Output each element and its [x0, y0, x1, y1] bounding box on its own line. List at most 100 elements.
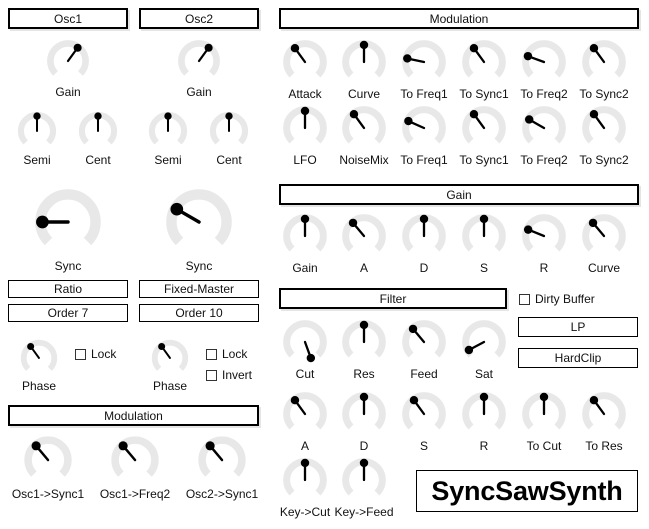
section-header-gain-label: Gain [446, 187, 472, 202]
knob-label-osc1-to-sync1: Osc1->Sync1 [11, 487, 85, 501]
knob-label-osc1-to-freq2: Osc1->Freq2 [99, 487, 171, 501]
knob-label-sync: Sync [185, 259, 213, 273]
knob-label-attack: Attack [288, 87, 322, 101]
knob-label-phase: Phase [21, 379, 57, 393]
osc2-spectrum-order-button[interactable]: Order 10 [139, 304, 259, 322]
knob-cent[interactable]: Cent [208, 110, 250, 166]
knob-cent[interactable]: Cent [77, 110, 119, 166]
knob-sustain[interactable]: S [400, 390, 448, 452]
knob-label-osc2-to-sync1: Osc2->Sync1 [185, 487, 259, 501]
knob-label-decay: D [419, 261, 429, 275]
knob-key-to-cut[interactable]: Key->Cut [280, 456, 330, 518]
knob-osc1-to-sync1[interactable]: Osc1->Sync1 [12, 434, 84, 500]
knob-to-cut[interactable]: To Cut [520, 390, 568, 452]
knob-label-gain: Gain [186, 85, 212, 99]
knob-label-phase: Phase [152, 379, 188, 393]
knob-label-release: R [479, 439, 489, 453]
knob-label-decay: D [359, 439, 369, 453]
knob-release[interactable]: R [520, 212, 568, 274]
knob-label-key-to-feed: Key->Feed [334, 505, 394, 519]
osc2-lock-label: Lock [222, 347, 248, 361]
knob-label-to-sync1-b: To Sync1 [459, 153, 509, 167]
dirty-buffer-checkbox[interactable]: Dirty Buffer [519, 293, 595, 305]
knob-feed[interactable]: Feed [400, 318, 448, 380]
knob-sync[interactable]: Sync [163, 186, 235, 272]
osc2-spectrum-order-label: Order 10 [175, 306, 223, 320]
knob-to-sync2-a[interactable]: To Sync2 [579, 38, 629, 100]
osc1-spectrum-order-label: Order 7 [47, 306, 89, 320]
knob-label-to-sync2-a: To Sync2 [579, 87, 629, 101]
knob-to-freq1-a[interactable]: To Freq1 [400, 38, 448, 100]
knob-cut[interactable]: Cut [281, 318, 329, 380]
knob-sat[interactable]: Sat [460, 318, 508, 380]
knob-to-sync1-b[interactable]: To Sync1 [459, 104, 509, 166]
knob-sustain[interactable]: S [460, 212, 508, 274]
knob-label-noisemix: NoiseMix [339, 153, 389, 167]
knob-label-res: Res [353, 367, 375, 381]
knob-gain[interactable]: Gain [176, 38, 222, 98]
section-header-modulation-left: Modulation [8, 405, 259, 426]
knob-res[interactable]: Res [340, 318, 388, 380]
knob-osc1-to-freq2[interactable]: Osc1->Freq2 [100, 434, 170, 500]
checkbox-box-icon [75, 348, 86, 360]
knob-to-freq2-b[interactable]: To Freq2 [520, 104, 568, 166]
knob-label-attack: A [300, 439, 310, 453]
knob-phase[interactable]: Phase [150, 338, 190, 392]
checkbox-box-icon [206, 348, 217, 360]
knob-lfo[interactable]: LFO [281, 104, 329, 166]
osc2-sync-type-button[interactable]: Fixed-Master [139, 280, 259, 298]
knob-semi[interactable]: Semi [147, 110, 189, 166]
knob-sync[interactable]: Sync [32, 186, 104, 272]
app-logo-label: SyncSawSynth [431, 475, 623, 506]
filter-type-button[interactable]: LP [518, 317, 638, 337]
knob-to-res[interactable]: To Res [580, 390, 628, 452]
knob-attack[interactable]: Attack [281, 38, 329, 100]
osc2-invert-checkbox[interactable]: Invert [206, 369, 252, 381]
checkbox-box-icon [519, 293, 530, 305]
knob-label-key-to-cut: Key->Cut [279, 505, 331, 519]
knob-gain[interactable]: Gain [45, 38, 91, 98]
knob-curve[interactable]: Curve [580, 212, 628, 274]
section-header-osc2-label: Osc2 [184, 11, 213, 26]
knob-attack[interactable]: A [281, 390, 329, 452]
knob-to-freq2-a[interactable]: To Freq2 [520, 38, 568, 100]
knob-key-to-feed[interactable]: Key->Feed [334, 456, 394, 518]
knob-attack[interactable]: A [340, 212, 388, 274]
knob-decay[interactable]: D [340, 390, 388, 452]
knob-label-to-cut: To Cut [526, 439, 562, 453]
section-header-modulation-right-label: Modulation [429, 11, 489, 26]
osc1-sync-type-button[interactable]: Ratio [8, 280, 128, 298]
knob-label-semi: Semi [23, 153, 51, 167]
knob-label-gain: Gain [55, 85, 81, 99]
knob-label-curve: Curve [347, 87, 381, 101]
osc1-lock-checkbox[interactable]: Lock [75, 348, 116, 360]
knob-gain[interactable]: Gain [281, 212, 329, 274]
osc2-lock-checkbox[interactable]: Lock [206, 348, 247, 360]
knob-label-sustain: S [479, 261, 489, 275]
knob-to-sync2-b[interactable]: To Sync2 [579, 104, 629, 166]
knob-semi[interactable]: Semi [16, 110, 58, 166]
knob-curve[interactable]: Curve [340, 38, 388, 100]
knob-label-curve: Curve [587, 261, 621, 275]
knob-decay[interactable]: D [400, 212, 448, 274]
knob-to-freq1-b[interactable]: To Freq1 [400, 104, 448, 166]
knob-noisemix[interactable]: NoiseMix [339, 104, 389, 166]
knob-label-sync: Sync [54, 259, 82, 273]
knob-phase[interactable]: Phase [19, 338, 59, 392]
knob-release[interactable]: R [460, 390, 508, 452]
knob-label-feed: Feed [410, 367, 438, 381]
knob-label-to-freq1-b: To Freq1 [400, 153, 448, 167]
knob-label-cut: Cut [295, 367, 315, 381]
knob-osc2-to-sync1[interactable]: Osc2->Sync1 [186, 434, 258, 500]
knob-label-to-freq2-b: To Freq2 [520, 153, 568, 167]
knob-label-release: R [539, 261, 549, 275]
section-header-osc1: Osc1 [8, 8, 128, 29]
filter-type-label: LP [570, 320, 586, 334]
osc2-invert-label: Invert [222, 368, 253, 382]
knob-to-sync1-a[interactable]: To Sync1 [459, 38, 509, 100]
section-header-gain: Gain [279, 184, 639, 205]
osc1-spectrum-order-button[interactable]: Order 7 [8, 304, 128, 322]
saturation-type-button[interactable]: HardClip [518, 348, 638, 368]
knob-label-cent: Cent [216, 153, 242, 167]
dirty-buffer-label: Dirty Buffer [535, 292, 595, 306]
